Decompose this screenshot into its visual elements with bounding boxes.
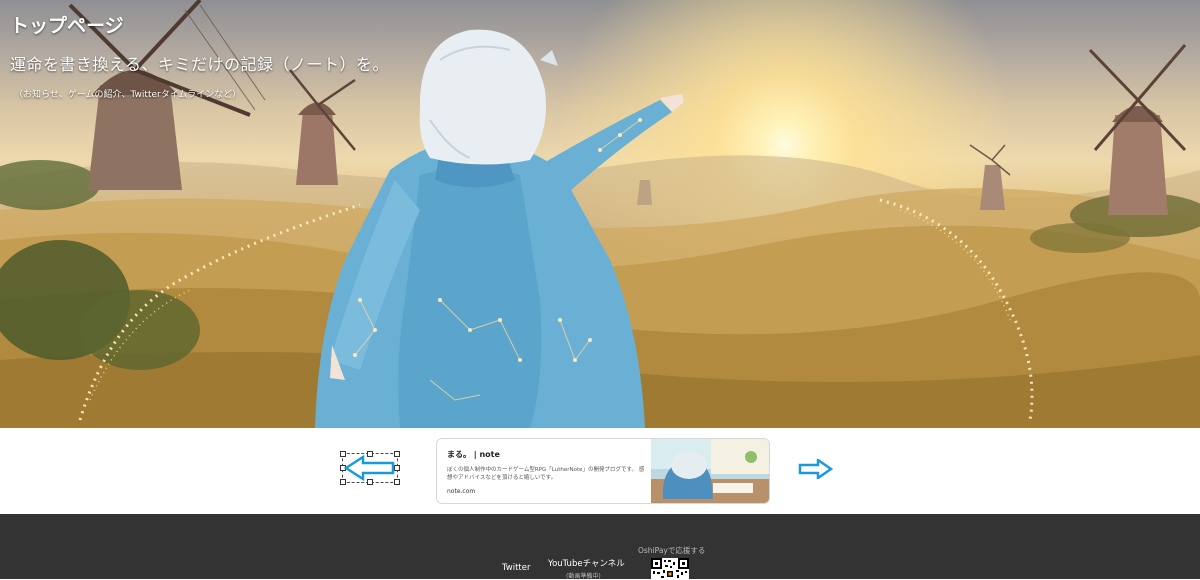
page-title: トップページ [10,15,124,37]
carousel-prev-button[interactable] [340,451,400,485]
card-title: まる。 | note [447,450,500,459]
arrow-left-icon [343,454,395,482]
card-domain: note.com [447,488,476,495]
hero-subtitle: （お知らせ、ゲームの紹介、Twitterタイムラインなど） [14,90,242,100]
oshipay-qr-code[interactable] [651,558,689,579]
oshipay-label: OshiPayで応援する [638,546,706,555]
hero-tagline: 運命を書き換える、キミだけの記録（ノート）を。 [10,55,390,74]
card-text: まる。 | note ぼくの個人制作中のカードゲーム型RPG「LutherNot… [447,449,647,495]
link-carousel: まる。 | note ぼくの個人制作中のカードゲーム型RPG「LutherNot… [0,428,1200,514]
card-description: ぼくの個人制作中のカードゲーム型RPG「LutherNote」の開発ブログです。… [447,467,645,481]
arrow-right-icon[interactable] [798,459,834,479]
site-footer: OshiPayで応援する Twitter YouTubeチャンネル (動画準備中… [0,514,1200,580]
hero-banner: トップページ 運命を書き換える、キミだけの記録（ノート）を。 （お知らせ、ゲーム… [0,0,1200,428]
note-link-card[interactable]: まる。 | note ぼくの個人制作中のカードゲーム型RPG「LutherNot… [436,438,770,504]
qr-code-icon [651,558,689,578]
youtube-channel-link[interactable]: YouTubeチャンネル [548,557,625,569]
card-thumbnail [651,439,769,503]
twitter-link[interactable]: Twitter [502,563,531,573]
